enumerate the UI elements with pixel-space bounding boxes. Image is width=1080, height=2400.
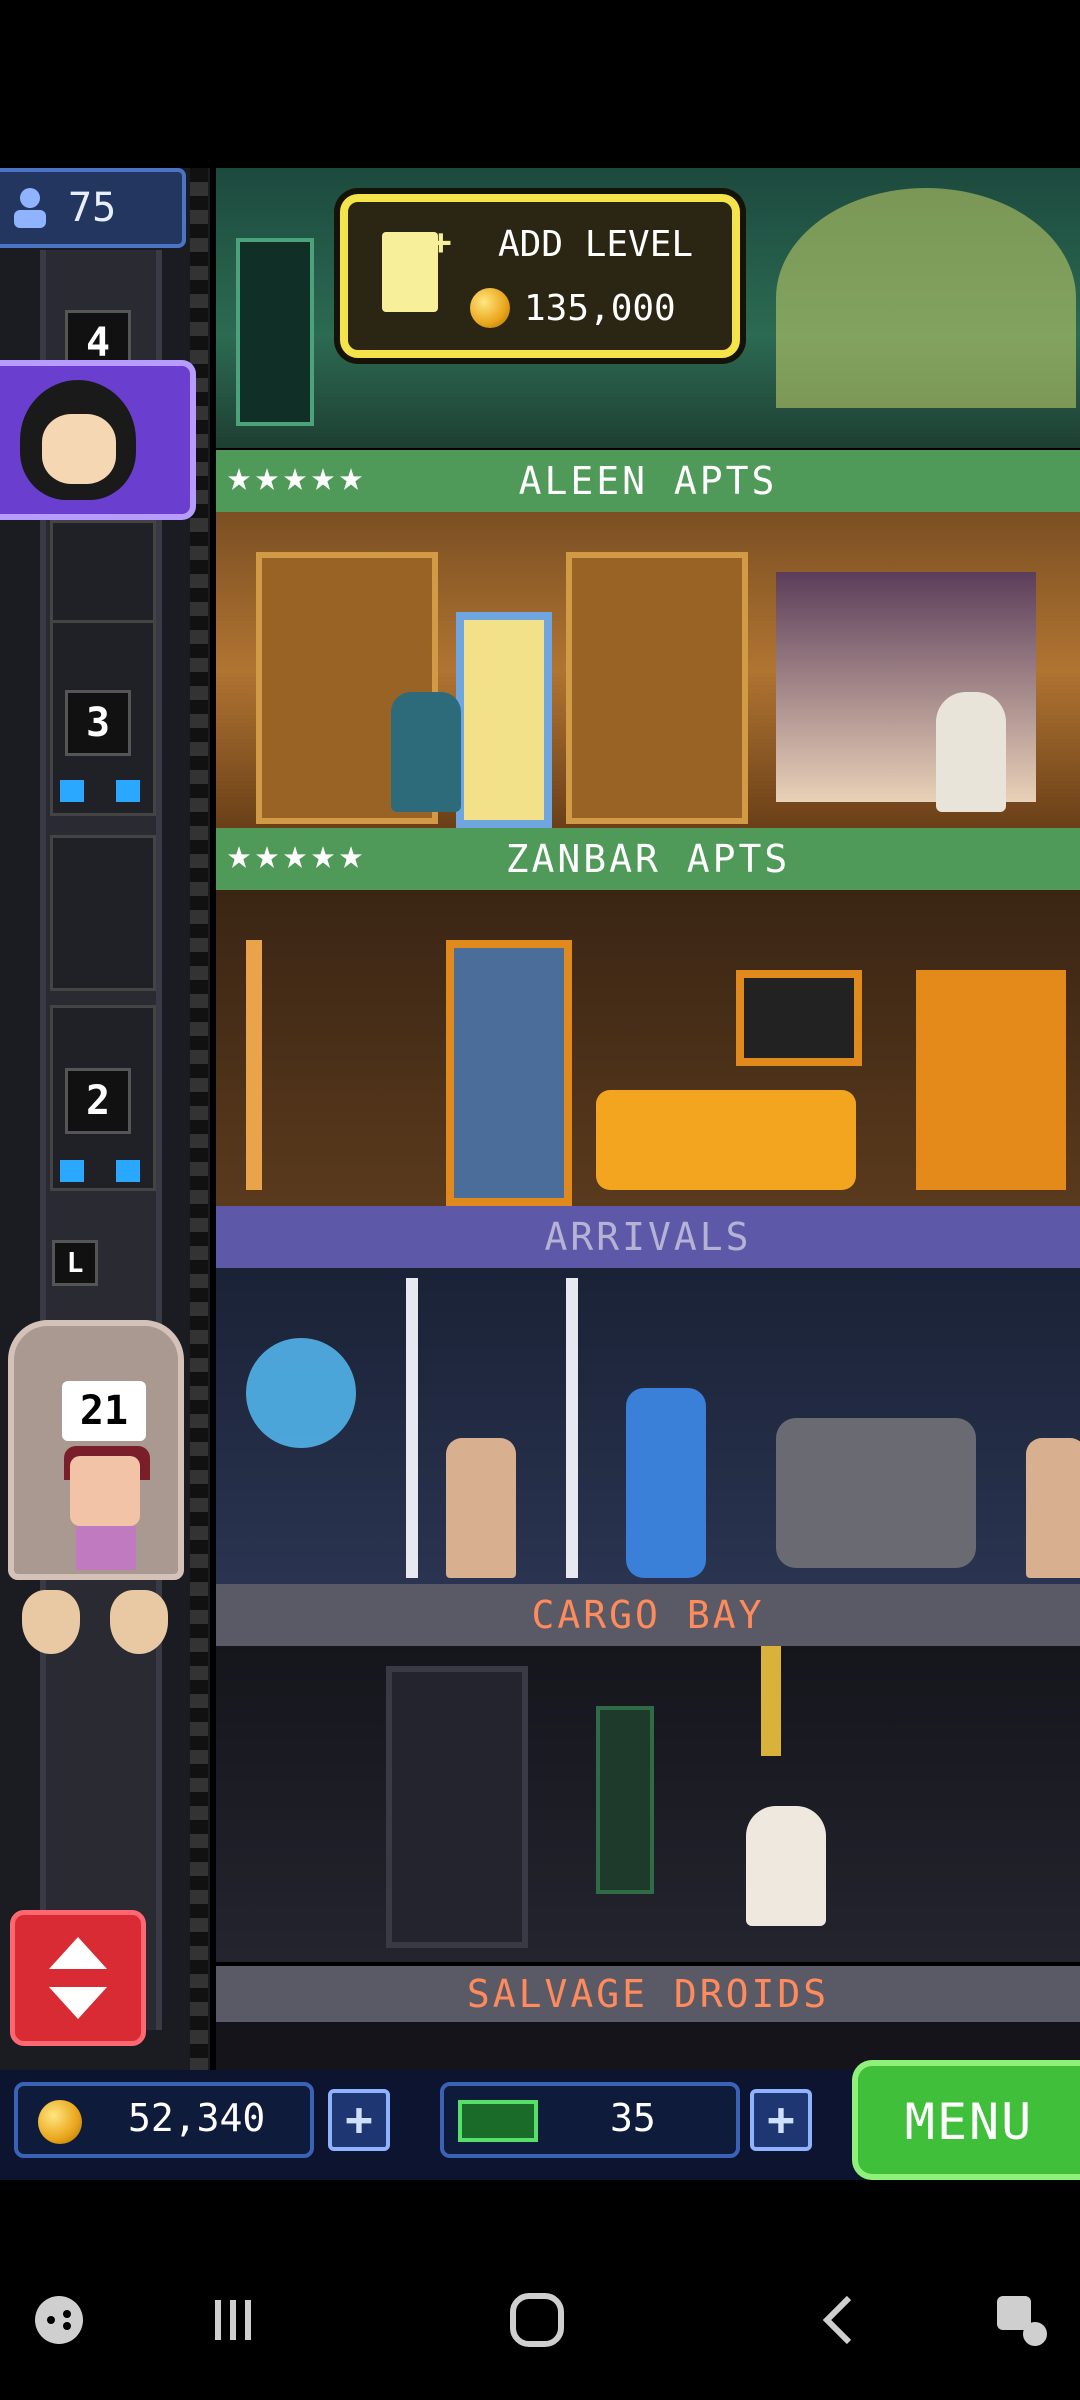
floor-lamp	[246, 940, 262, 1190]
door	[386, 1666, 528, 1948]
elevator-rider	[70, 1456, 140, 1526]
room-label-bar[interactable]: ALEEN APTS	[216, 450, 1080, 512]
population-badge[interactable]: 75	[0, 168, 186, 248]
thruster-icon	[110, 1590, 168, 1654]
vip-visitor-card[interactable]	[0, 360, 196, 520]
coins-amount: 52,340	[128, 2096, 266, 2140]
alien-visitor[interactable]	[626, 1388, 706, 1578]
picture-frame	[736, 970, 862, 1066]
recents-icon[interactable]	[188, 2290, 278, 2365]
bux-display: 35	[440, 2082, 740, 2158]
door	[446, 940, 572, 1206]
resident[interactable]	[936, 692, 1006, 812]
room-zanbar-apts[interactable]	[216, 890, 1080, 1206]
floor-light	[60, 780, 140, 802]
coins-display: 52,340	[14, 2082, 314, 2158]
hologram-planet	[246, 1338, 356, 1448]
room-label-bar[interactable]: SALVAGE DROIDS	[216, 1966, 1080, 2022]
vip-face-icon	[42, 414, 116, 484]
room-label-bar[interactable]: CARGO BAY	[216, 1584, 1080, 1646]
elevator-car[interactable]: 21	[8, 1320, 184, 1580]
rider-body	[76, 1526, 136, 1570]
light-bar	[406, 1278, 418, 1578]
elevator-floor-display: 21	[62, 1381, 146, 1441]
worker[interactable]	[746, 1806, 826, 1926]
visitor[interactable]	[446, 1438, 516, 1578]
room-name: ALEEN APTS	[518, 459, 778, 503]
visitor[interactable]	[1026, 1438, 1080, 1578]
assistant-icon[interactable]	[976, 2290, 1066, 2365]
floor-marker: 3	[65, 690, 131, 756]
add-level-title: ADD LEVEL	[498, 224, 694, 265]
coin-icon	[38, 2100, 82, 2144]
add-bux-button[interactable]: +	[750, 2089, 812, 2151]
door	[456, 612, 552, 828]
room-aleen-apts[interactable]	[216, 512, 1080, 828]
status-bar	[0, 0, 1080, 168]
floor-light	[60, 1160, 140, 1182]
person-icon	[14, 188, 46, 228]
bux-amount: 35	[610, 2096, 656, 2140]
room-arrivals[interactable]	[216, 1268, 1080, 1584]
back-icon[interactable]	[794, 2290, 884, 2365]
room-name: SALVAGE DROIDS	[466, 1972, 830, 2016]
room-cargo-bay[interactable]	[216, 1646, 1080, 1962]
light-bar	[566, 1278, 578, 1578]
elevator-shaft-segment	[50, 835, 156, 991]
add-coins-button[interactable]: +	[328, 2089, 390, 2151]
add-level-button[interactable]: + ADD LEVEL 135,000	[340, 194, 740, 358]
room-name: CARGO BAY	[531, 1593, 765, 1637]
plus-icon: +	[430, 222, 452, 263]
machine	[776, 1418, 976, 1568]
crane	[761, 1646, 781, 1756]
wall-panel	[566, 552, 748, 824]
population-count: 75	[68, 185, 117, 231]
up-down-arrows-icon	[49, 1937, 107, 2019]
sofa	[596, 1090, 856, 1190]
room-name: ZANBAR APTS	[505, 837, 791, 881]
room-label-bar[interactable]: ARRIVALS	[216, 1206, 1080, 1268]
add-level-cost: 135,000	[524, 288, 676, 329]
coin-icon	[470, 288, 510, 328]
alien-resident[interactable]	[391, 692, 461, 812]
menu-button[interactable]: MENU	[852, 2060, 1080, 2180]
elevator-updown-button[interactable]	[10, 1910, 146, 2046]
tower-bux-icon	[458, 2100, 538, 2142]
lamp-decor	[236, 238, 314, 426]
floor-marker: 2	[65, 1068, 131, 1134]
home-icon[interactable]	[492, 2290, 582, 2365]
crystal-decor	[916, 970, 1066, 1190]
thruster-icon	[22, 1590, 80, 1654]
floor-marker: L	[52, 1240, 98, 1286]
room-label-bar[interactable]: ZANBAR APTS	[216, 828, 1080, 890]
window-decor	[776, 188, 1076, 408]
game-launcher-icon[interactable]	[14, 2290, 104, 2365]
room-name: ARRIVALS	[544, 1215, 752, 1259]
console	[596, 1706, 654, 1894]
